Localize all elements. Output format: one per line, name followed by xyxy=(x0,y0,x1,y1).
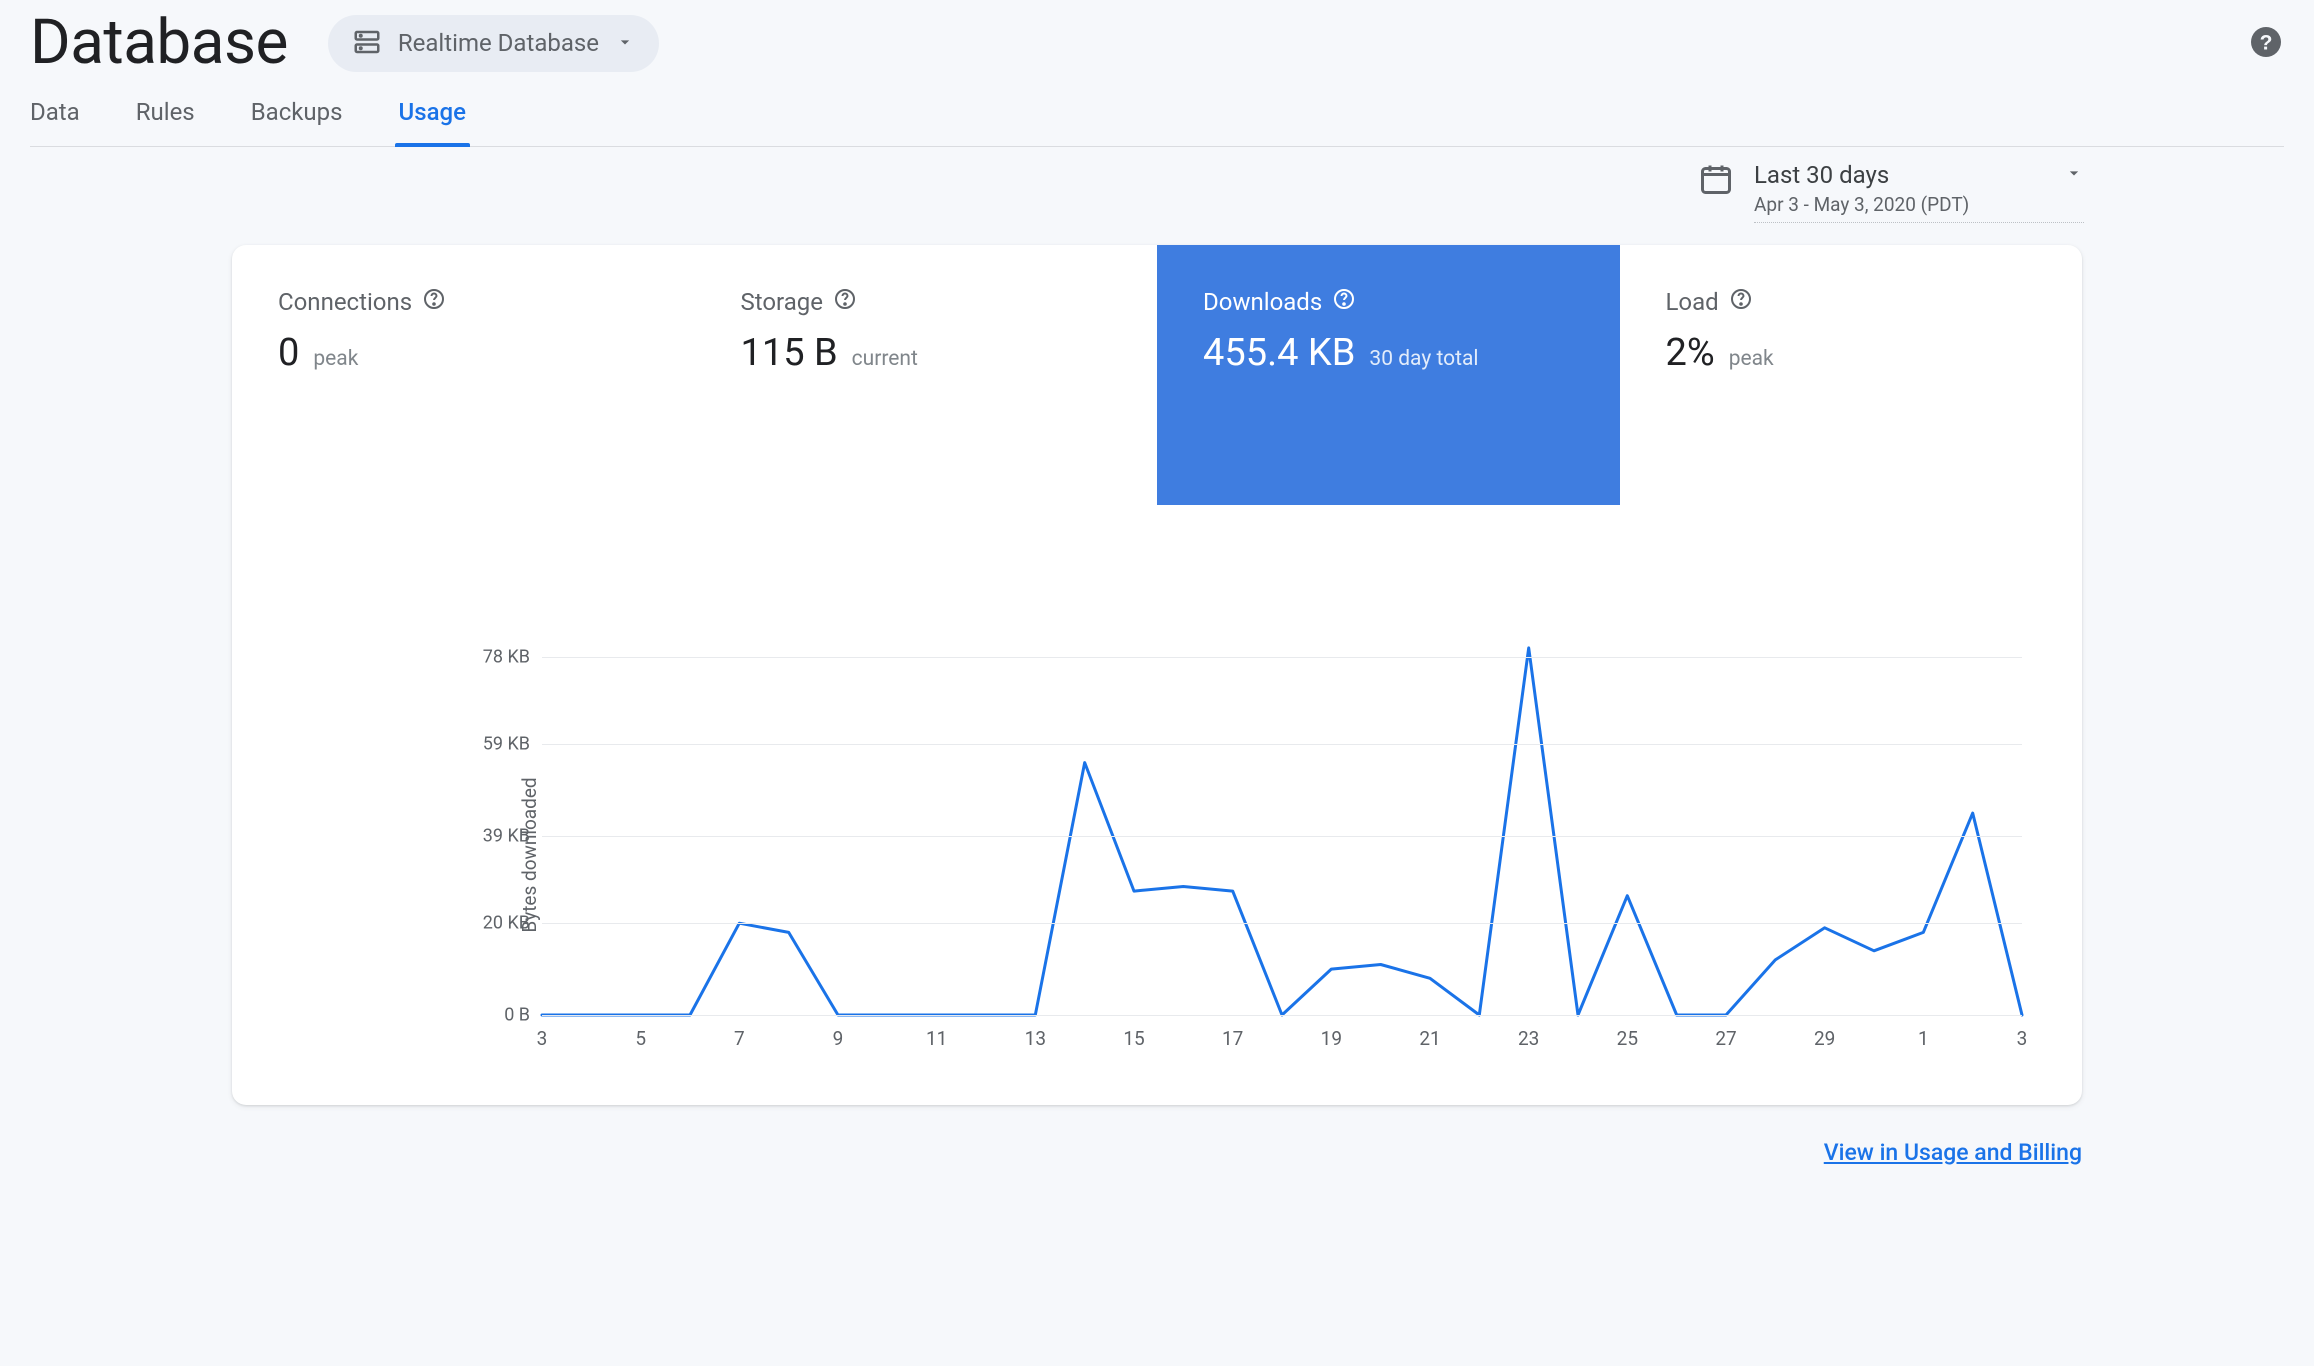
chart-x-tick: 17 xyxy=(1222,1027,1243,1050)
chart-x-tick: 27 xyxy=(1715,1027,1736,1050)
chart-y-tick: 78 KB xyxy=(483,647,530,668)
chart-gridline xyxy=(542,836,2022,837)
help-button[interactable]: ? xyxy=(2248,24,2284,63)
chart-x-tick: 29 xyxy=(1814,1027,1835,1050)
date-range-picker[interactable]: Last 30 days Apr 3 - May 3, 2020 (PDT) xyxy=(1698,161,2084,223)
metric-value: 2% xyxy=(1666,331,1715,375)
tab-rules[interactable]: Rules xyxy=(136,98,195,146)
chart-y-tick: 20 KB xyxy=(483,913,530,934)
chart-area: Bytes downloaded 0 B 20 KB 39 KB 59 KB 78 KB… xyxy=(232,425,2082,1105)
page-title: Database xyxy=(30,12,288,74)
metric-tab-connections[interactable]: Connections 0 peak xyxy=(232,245,695,425)
chart-x-tick: 21 xyxy=(1419,1027,1440,1050)
help-icon: ? xyxy=(2248,52,2284,63)
date-range-label: Last 30 days xyxy=(1754,161,1889,189)
metric-sub: current xyxy=(852,347,918,371)
chart-x-tick: 15 xyxy=(1123,1027,1144,1050)
metric-value: 0 xyxy=(278,331,299,375)
tab-bar: Data Rules Backups Usage xyxy=(30,82,2284,147)
metric-title: Storage xyxy=(741,288,823,316)
chevron-down-icon xyxy=(2064,161,2084,189)
chart-x-tick: 11 xyxy=(926,1027,947,1050)
metric-title: Load xyxy=(1666,288,1719,316)
svg-text:?: ? xyxy=(2260,31,2273,54)
metric-value: 455.4 KB xyxy=(1203,331,1355,375)
metric-sub: peak xyxy=(313,347,358,371)
chart-x-tick: 9 xyxy=(833,1027,844,1050)
chevron-down-icon xyxy=(615,32,635,55)
metric-sub: 30 day total xyxy=(1369,347,1478,371)
tab-backups[interactable]: Backups xyxy=(251,98,343,146)
chart-x-tick: 13 xyxy=(1025,1027,1046,1050)
tab-data[interactable]: Data xyxy=(30,98,80,146)
help-icon[interactable] xyxy=(1729,287,1753,317)
metric-title: Connections xyxy=(278,288,412,316)
date-range-sub: Apr 3 - May 3, 2020 (PDT) xyxy=(1754,193,2084,216)
help-icon[interactable] xyxy=(422,287,446,317)
metric-tab-load[interactable]: Load 2% peak xyxy=(1620,245,2083,425)
database-icon xyxy=(352,27,382,60)
metric-title: Downloads xyxy=(1203,288,1322,316)
chart-x-tick: 3 xyxy=(537,1027,548,1050)
usage-card: Connections 0 peak Storage 115 B current xyxy=(232,245,2082,1105)
chart-x-tick: 19 xyxy=(1321,1027,1342,1050)
view-in-usage-and-billing-link[interactable]: View in Usage and Billing xyxy=(1824,1139,2082,1166)
chart-x-tick: 25 xyxy=(1617,1027,1638,1050)
chart-x-tick: 7 xyxy=(734,1027,745,1050)
chart-gridline xyxy=(542,1015,2022,1016)
help-icon[interactable] xyxy=(833,287,857,317)
chart-y-tick: 39 KB xyxy=(483,826,530,847)
chart-gridline xyxy=(542,923,2022,924)
metric-tab-storage[interactable]: Storage 115 B current xyxy=(695,245,1158,425)
chart-x-tick: 5 xyxy=(635,1027,646,1050)
chart-x-tick: 3 xyxy=(2017,1027,2028,1050)
database-selector-label: Realtime Database xyxy=(398,29,599,57)
chart-x-tick: 23 xyxy=(1518,1027,1539,1050)
metric-value: 115 B xyxy=(741,331,838,375)
metric-sub: peak xyxy=(1729,347,1774,371)
chart-y-tick: 59 KB xyxy=(483,734,530,755)
chart-gridline xyxy=(542,657,2022,658)
chart-gridline xyxy=(542,744,2022,745)
help-icon[interactable] xyxy=(1332,287,1356,317)
chart-y-tick: 0 B xyxy=(504,1005,530,1026)
chart-y-axis-label: Bytes downloaded xyxy=(518,777,541,932)
chart-line xyxy=(542,625,2022,1015)
calendar-icon xyxy=(1698,161,1734,200)
tab-usage[interactable]: Usage xyxy=(399,98,466,146)
chart-x-tick: 1 xyxy=(1918,1027,1929,1050)
database-selector[interactable]: Realtime Database xyxy=(328,15,659,72)
